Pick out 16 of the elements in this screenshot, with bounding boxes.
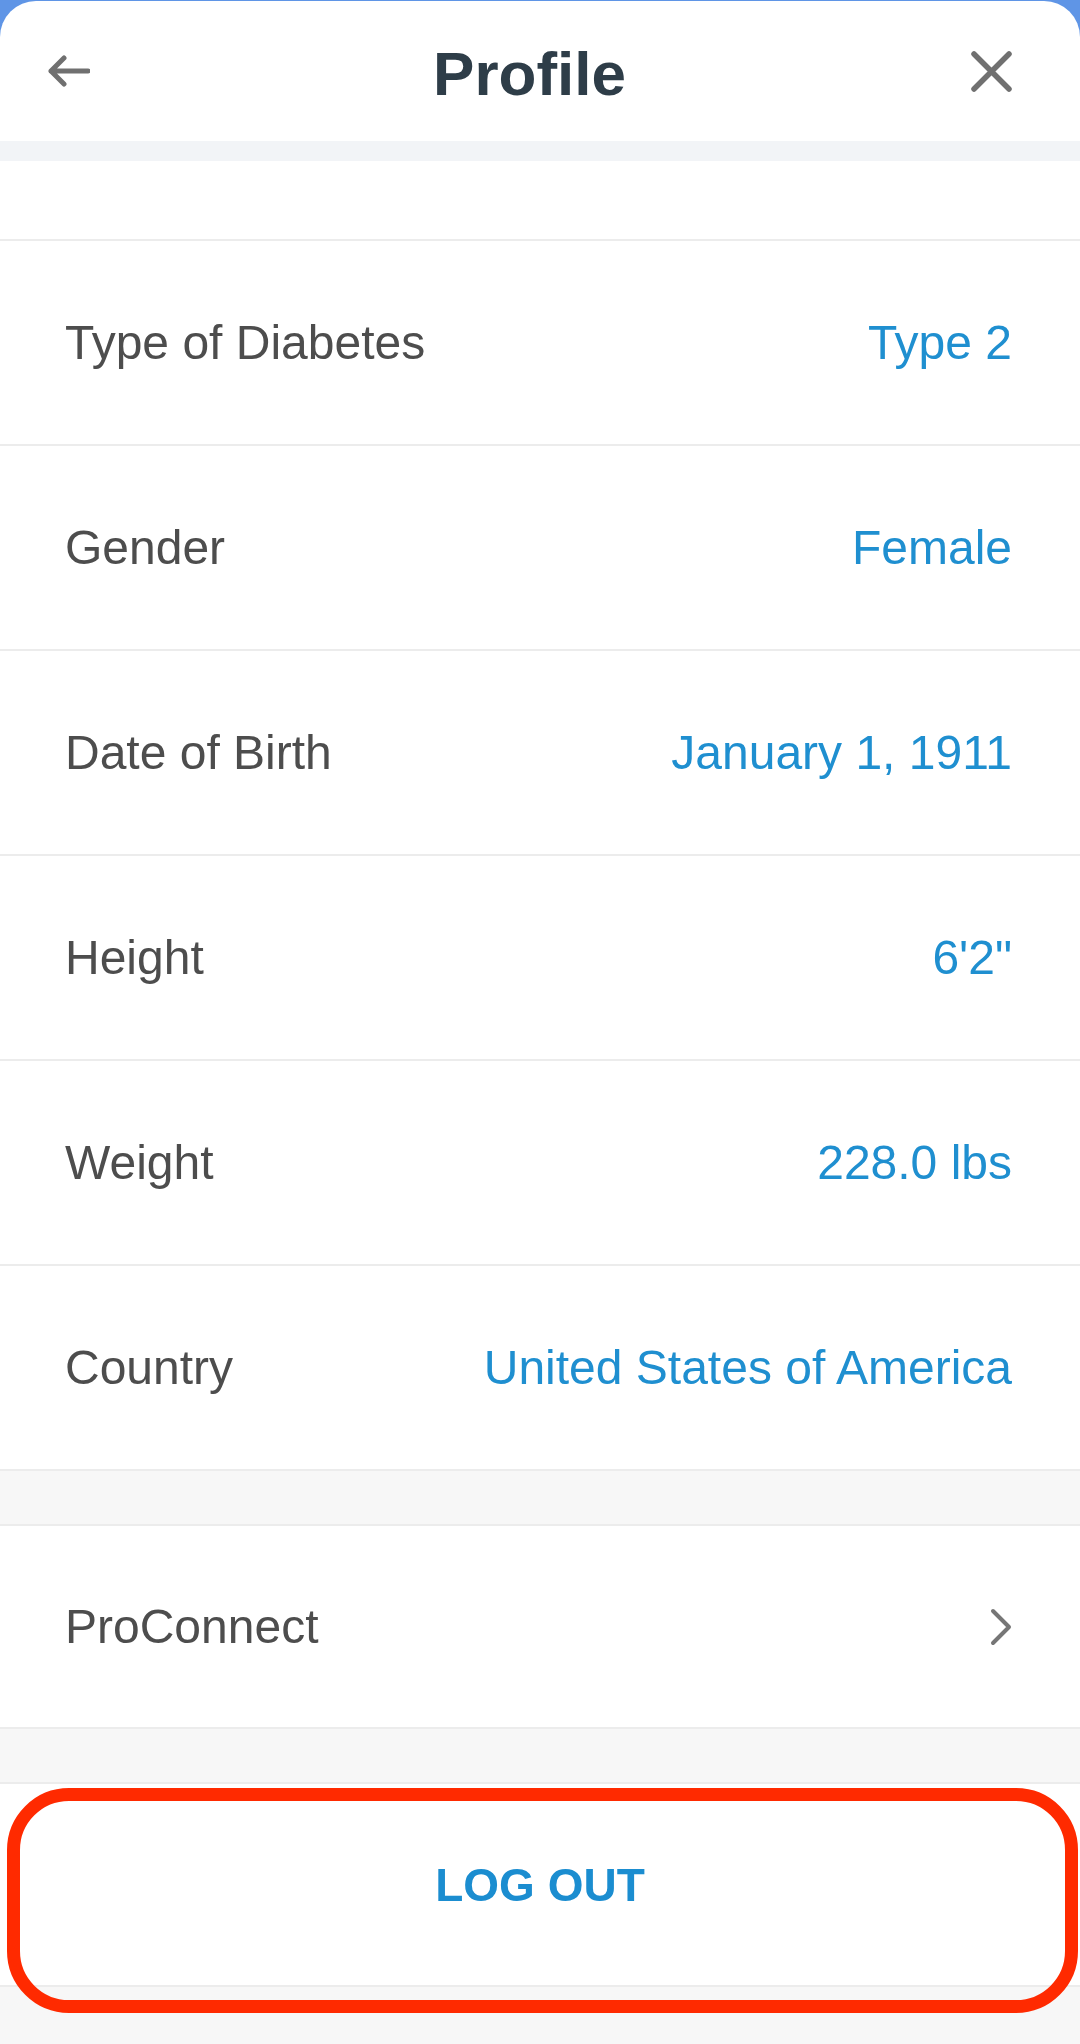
field-value: Female [851, 520, 1012, 575]
field-value: January 1, 1911 [671, 725, 1012, 780]
field-label: Date of Birth [65, 725, 332, 780]
field-value: Type 2 [867, 315, 1012, 370]
field-label: Weight [65, 1135, 214, 1190]
field-label: Height [65, 930, 204, 985]
field-value: 228.0 lbs [817, 1135, 1012, 1190]
field-value: United States of America [483, 1340, 1012, 1395]
close-icon[interactable] [971, 50, 1012, 92]
field-value: 6'2" [932, 930, 1012, 985]
field-label: Type of Diabetes [65, 315, 426, 370]
back-arrow-icon[interactable] [47, 55, 90, 87]
page-title: Profile [433, 38, 626, 110]
field-label: Country [65, 1340, 234, 1395]
chevron-right-icon [990, 1607, 1012, 1646]
field-label: Gender [65, 520, 226, 575]
